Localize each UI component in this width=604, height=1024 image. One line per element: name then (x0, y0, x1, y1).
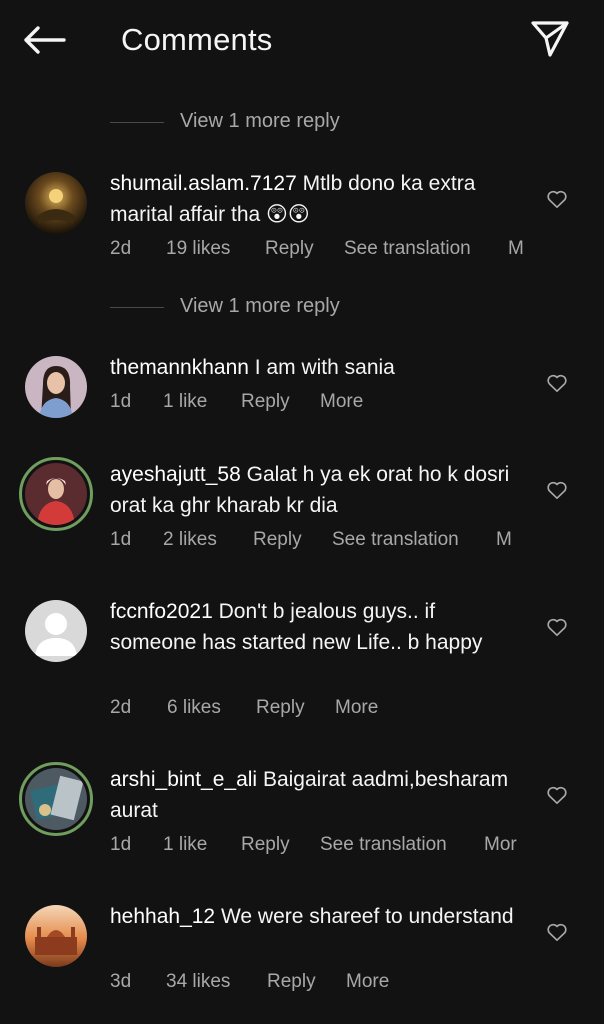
reply-button[interactable]: Reply (253, 529, 302, 551)
more-button[interactable]: More (335, 697, 378, 719)
comment-likes[interactable]: 19 likes (166, 238, 230, 260)
avatar[interactable] (25, 356, 87, 418)
avatar-image (25, 768, 87, 830)
avatar-image (25, 356, 87, 418)
avatar-image (25, 172, 87, 234)
comment-username[interactable]: themannkhann (110, 356, 249, 379)
header-bar: Comments (0, 0, 604, 84)
view-more-replies-label: View 1 more reply (180, 295, 340, 317)
comment-text: ayeshajutt_58 Galat h ya ek orat ho k do… (110, 459, 520, 521)
comment-likes[interactable]: 1 like (163, 834, 207, 856)
view-more-replies[interactable]: View 1 more reply (0, 293, 604, 323)
comment-body: I am with sania (254, 356, 395, 379)
page-title: Comments (121, 22, 273, 57)
share-button[interactable] (530, 20, 574, 60)
more-button[interactable]: M (508, 238, 524, 260)
see-translation-button[interactable]: See translation (320, 834, 447, 856)
reply-button[interactable]: Reply (241, 834, 290, 856)
comment-likes[interactable]: 34 likes (166, 971, 230, 993)
paper-plane-icon (531, 21, 569, 57)
see-translation-button[interactable]: See translation (332, 529, 459, 551)
view-more-replies-label: View 1 more reply (180, 110, 340, 132)
comment-text: shumail.aslam.7127 Mtlb dono ka extra ma… (110, 168, 520, 230)
avatar-image (25, 463, 87, 525)
reply-button[interactable]: Reply (267, 971, 316, 993)
comment-username[interactable]: ayeshajutt_58 (110, 463, 241, 486)
comment-likes[interactable]: 6 likes (167, 697, 221, 719)
comment-likes[interactable]: 1 like (163, 391, 207, 413)
avatar[interactable] (25, 905, 87, 967)
heart-outline-icon[interactable] (546, 480, 568, 500)
avatar[interactable] (25, 600, 87, 662)
comment-username[interactable]: shumail.aslam.7127 (110, 172, 297, 195)
avatar[interactable] (25, 172, 87, 234)
comment-body: We were shareef to understand (220, 905, 514, 928)
comments-screen: Comments View 1 more reply shumail.aslam… (0, 0, 604, 1024)
comment-time: 1d (110, 391, 132, 412)
avatar-with-story-ring[interactable] (19, 762, 93, 836)
avatar-image (25, 905, 87, 967)
more-button[interactable]: Mor (484, 834, 517, 856)
comment-username[interactable]: hehhah_12 (110, 905, 215, 928)
comment-time: 3d (110, 971, 132, 992)
comment-likes[interactable]: 2 likes (163, 529, 217, 551)
comment-time: 2d (110, 238, 132, 259)
more-button[interactable]: M (496, 529, 512, 551)
heart-outline-icon[interactable] (546, 373, 568, 393)
comment-text: fccnfo2021 Don't b jealous guys.. if som… (110, 596, 520, 658)
person-silhouette-icon (25, 600, 87, 662)
comment-text: themannkhann I am with sania (110, 352, 520, 383)
comment-time: 2d (110, 697, 132, 718)
divider-line (110, 307, 164, 308)
comment-time: 1d (110, 834, 132, 855)
divider-line (110, 122, 164, 123)
arrow-left-icon (24, 26, 66, 54)
comment-time: 1d (110, 529, 132, 550)
more-button[interactable]: More (346, 971, 389, 993)
comment-username[interactable]: fccnfo2021 (110, 600, 213, 623)
view-more-replies[interactable]: View 1 more reply (0, 108, 604, 138)
heart-outline-icon[interactable] (546, 189, 568, 209)
reply-button[interactable]: Reply (256, 697, 305, 719)
more-button[interactable]: More (320, 391, 363, 413)
heart-outline-icon[interactable] (546, 785, 568, 805)
heart-outline-icon[interactable] (546, 617, 568, 637)
back-button[interactable] (22, 20, 70, 60)
heart-outline-icon[interactable] (546, 922, 568, 942)
comment-text: hehhah_12 We were shareef to understand (110, 901, 520, 932)
avatar-with-story-ring[interactable] (19, 457, 93, 531)
see-translation-button[interactable]: See translation (344, 238, 471, 260)
comment-text: arshi_bint_e_ali Baigairat aadmi,beshara… (110, 764, 520, 826)
reply-button[interactable]: Reply (241, 391, 290, 413)
reply-button[interactable]: Reply (265, 238, 314, 260)
comment-username[interactable]: arshi_bint_e_ali (110, 768, 257, 791)
